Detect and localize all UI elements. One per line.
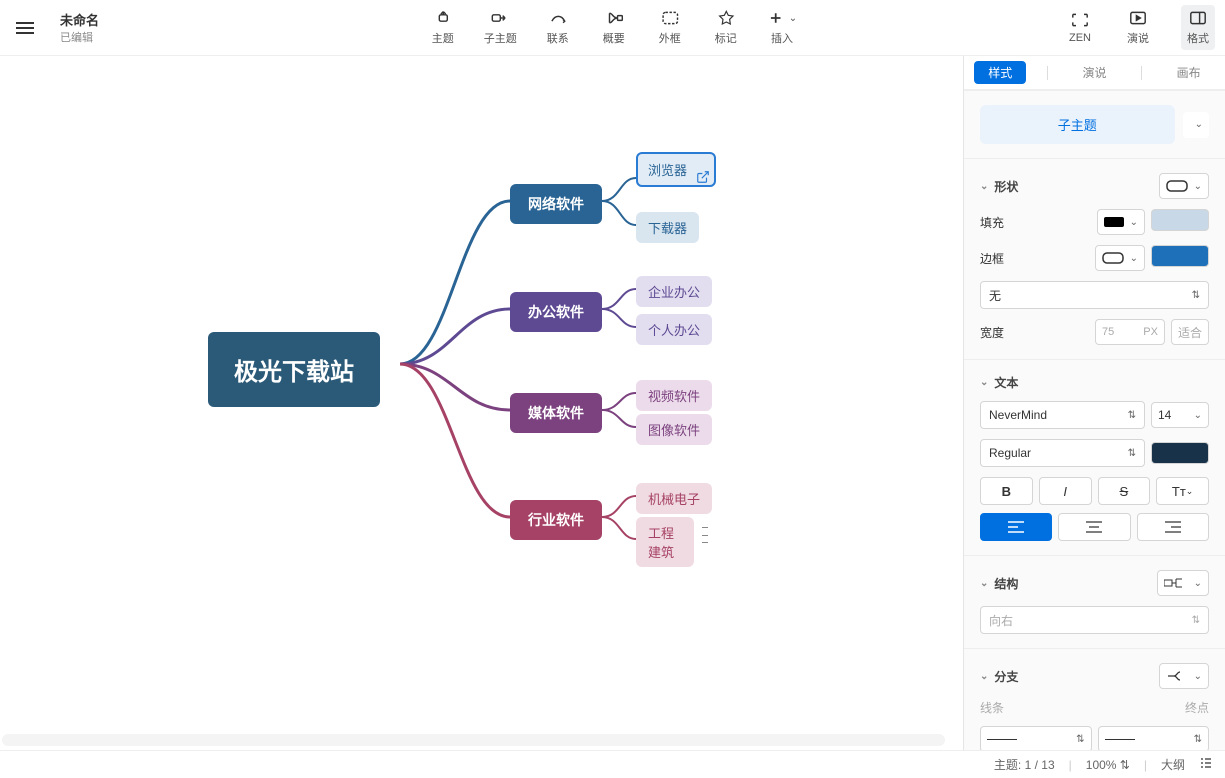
toolbar-zen-button[interactable]: ZEN bbox=[1065, 11, 1095, 44]
format-icon bbox=[1188, 9, 1208, 27]
chevron-down-icon: ⌄ bbox=[980, 578, 988, 589]
mindmap-leaf-personal[interactable]: 个人办公 bbox=[636, 314, 712, 345]
mindmap-branch-office[interactable]: 办公软件 bbox=[510, 292, 602, 332]
fill-style-selector[interactable]: ⌄ bbox=[1097, 209, 1145, 235]
text-transform-button[interactable]: Tᴛ ⌄ bbox=[1156, 477, 1209, 505]
toolbar-insert-button[interactable]: ⌄插入 bbox=[767, 9, 797, 46]
section-shape[interactable]: ⌄形状 bbox=[980, 178, 1018, 195]
topic-type-selector[interactable]: 子主题 bbox=[980, 105, 1175, 144]
toolbar-summary-button[interactable]: 概要 bbox=[599, 9, 629, 46]
width-input[interactable]: 75PX bbox=[1095, 319, 1165, 345]
section-text[interactable]: ⌄文本 bbox=[980, 374, 1018, 391]
marker-icon bbox=[716, 9, 736, 27]
mindmap-leaf-mechanical[interactable]: 机械电子 bbox=[636, 483, 712, 514]
tab-style[interactable]: 样式 bbox=[974, 61, 1026, 84]
toolbar-present-button[interactable]: 演说 bbox=[1123, 9, 1153, 46]
toolbar-marker-button[interactable]: 标记 bbox=[711, 9, 741, 46]
mindmap-canvas[interactable]: 极光下载站 网络软件 办公软件 媒体软件 行业软件 浏览器 下载器 企业办公 个… bbox=[0, 56, 963, 750]
align-left-button[interactable] bbox=[980, 513, 1052, 541]
outline-toggle[interactable]: 大纲 bbox=[1161, 756, 1185, 773]
toolbar-subtopic-button[interactable]: 子主题 bbox=[484, 9, 517, 46]
toolbar-boundary-button[interactable]: 外框 bbox=[655, 9, 685, 46]
fill-color-swatch[interactable] bbox=[1151, 209, 1209, 231]
toolbar-topic-button[interactable]: 主题 bbox=[428, 9, 458, 46]
chevron-down-icon: ⌄ bbox=[980, 181, 988, 192]
menu-icon[interactable] bbox=[16, 15, 42, 41]
status-bar: 主题: 1 / 13 | 100% ⇅ | 大纲 bbox=[0, 750, 1225, 778]
zoom-level[interactable]: 100% ⇅ bbox=[1086, 758, 1130, 772]
panel-tabs: 样式 演说 画布 bbox=[964, 56, 1225, 90]
structure-direction[interactable]: 向右⇅ bbox=[980, 606, 1209, 634]
toolbar-format-button[interactable]: 格式 bbox=[1181, 5, 1215, 50]
present-icon bbox=[1128, 9, 1148, 27]
font-size-selector[interactable]: 14⌄ bbox=[1151, 402, 1209, 428]
branch-line-selector[interactable]: ⇅ bbox=[980, 726, 1092, 750]
insert-icon: ⌄ bbox=[767, 9, 797, 27]
mindmap-leaf-construction[interactable]: 工程建筑 bbox=[636, 517, 694, 567]
chevron-down-icon: ⌄ bbox=[980, 377, 988, 388]
mindmap-leaf-enterprise[interactable]: 企业办公 bbox=[636, 276, 712, 307]
document-status: 已编辑 bbox=[60, 29, 120, 45]
section-structure[interactable]: ⌄结构 bbox=[980, 575, 1018, 592]
outline-icon[interactable] bbox=[1199, 756, 1213, 773]
font-weight-selector[interactable]: Regular⇅ bbox=[980, 439, 1145, 467]
format-panel: 样式 演说 画布 子主题 ⌄ ⌄形状 ⌄ 填充 ⌄ bbox=[963, 56, 1225, 750]
mindmap-branch-media[interactable]: 媒体软件 bbox=[510, 393, 602, 433]
notes-icon bbox=[702, 527, 710, 543]
toolbar: 未命名 已编辑 主题子主题联系概要外框标记 ⌄插入 ZEN 演说格式 bbox=[0, 0, 1225, 56]
topic-count-label: 主题: 1 / 13 bbox=[994, 756, 1055, 773]
tab-canvas[interactable]: 画布 bbox=[1163, 61, 1215, 84]
document-title-block: 未命名 已编辑 bbox=[60, 10, 120, 45]
section-branch[interactable]: ⌄分支 bbox=[980, 668, 1018, 685]
branch-end-selector[interactable]: ⇅ bbox=[1098, 726, 1210, 750]
topic-type-dropdown[interactable]: ⌄ bbox=[1183, 112, 1209, 138]
mindmap-leaf-video[interactable]: 视频软件 bbox=[636, 380, 712, 411]
document-title: 未命名 bbox=[60, 10, 120, 29]
branch-style-selector[interactable]: ⌄ bbox=[1159, 663, 1209, 689]
width-label: 宽度 bbox=[980, 324, 1004, 341]
border-color-swatch[interactable] bbox=[1151, 245, 1209, 267]
align-right-button[interactable] bbox=[1137, 513, 1209, 541]
zen-icon bbox=[1070, 11, 1090, 29]
shape-selector[interactable]: ⌄ bbox=[1159, 173, 1209, 199]
horizontal-scrollbar[interactable] bbox=[2, 734, 945, 748]
tab-present[interactable]: 演说 bbox=[1068, 61, 1120, 84]
align-center-button[interactable] bbox=[1058, 513, 1130, 541]
text-color-swatch[interactable] bbox=[1151, 442, 1209, 464]
font-family-selector[interactable]: NeverMind⇅ bbox=[980, 401, 1145, 429]
strikethrough-button[interactable]: S bbox=[1098, 477, 1151, 505]
fill-label: 填充 bbox=[980, 214, 1004, 231]
chevron-down-icon: ⌄ bbox=[980, 671, 988, 682]
summary-icon bbox=[604, 9, 624, 27]
italic-button[interactable]: I bbox=[1039, 477, 1092, 505]
mindmap-connectors bbox=[0, 56, 960, 750]
mindmap-branch-network[interactable]: 网络软件 bbox=[510, 184, 602, 224]
mindmap-leaf-image[interactable]: 图像软件 bbox=[636, 414, 712, 445]
bold-button[interactable]: B bbox=[980, 477, 1033, 505]
boundary-icon bbox=[660, 9, 680, 27]
subtopic-icon bbox=[490, 9, 510, 27]
mindmap-leaf-downloader[interactable]: 下载器 bbox=[636, 212, 699, 243]
structure-type-selector[interactable]: ⌄ bbox=[1157, 570, 1209, 596]
mindmap-branch-industry[interactable]: 行业软件 bbox=[510, 500, 602, 540]
mindmap-root[interactable]: 极光下载站 bbox=[208, 332, 380, 407]
topic-icon bbox=[433, 9, 453, 27]
toolbar-relation-button[interactable]: 联系 bbox=[543, 9, 573, 46]
fit-button[interactable]: 适合 bbox=[1171, 319, 1209, 345]
relation-icon bbox=[548, 9, 568, 27]
border-width-none[interactable]: 无⇅ bbox=[980, 281, 1209, 309]
border-style-selector[interactable]: ⌄ bbox=[1095, 245, 1145, 271]
branch-line-label: 线条 bbox=[980, 699, 1004, 716]
border-label: 边框 bbox=[980, 250, 1004, 267]
branch-end-label: 终点 bbox=[1185, 699, 1209, 716]
